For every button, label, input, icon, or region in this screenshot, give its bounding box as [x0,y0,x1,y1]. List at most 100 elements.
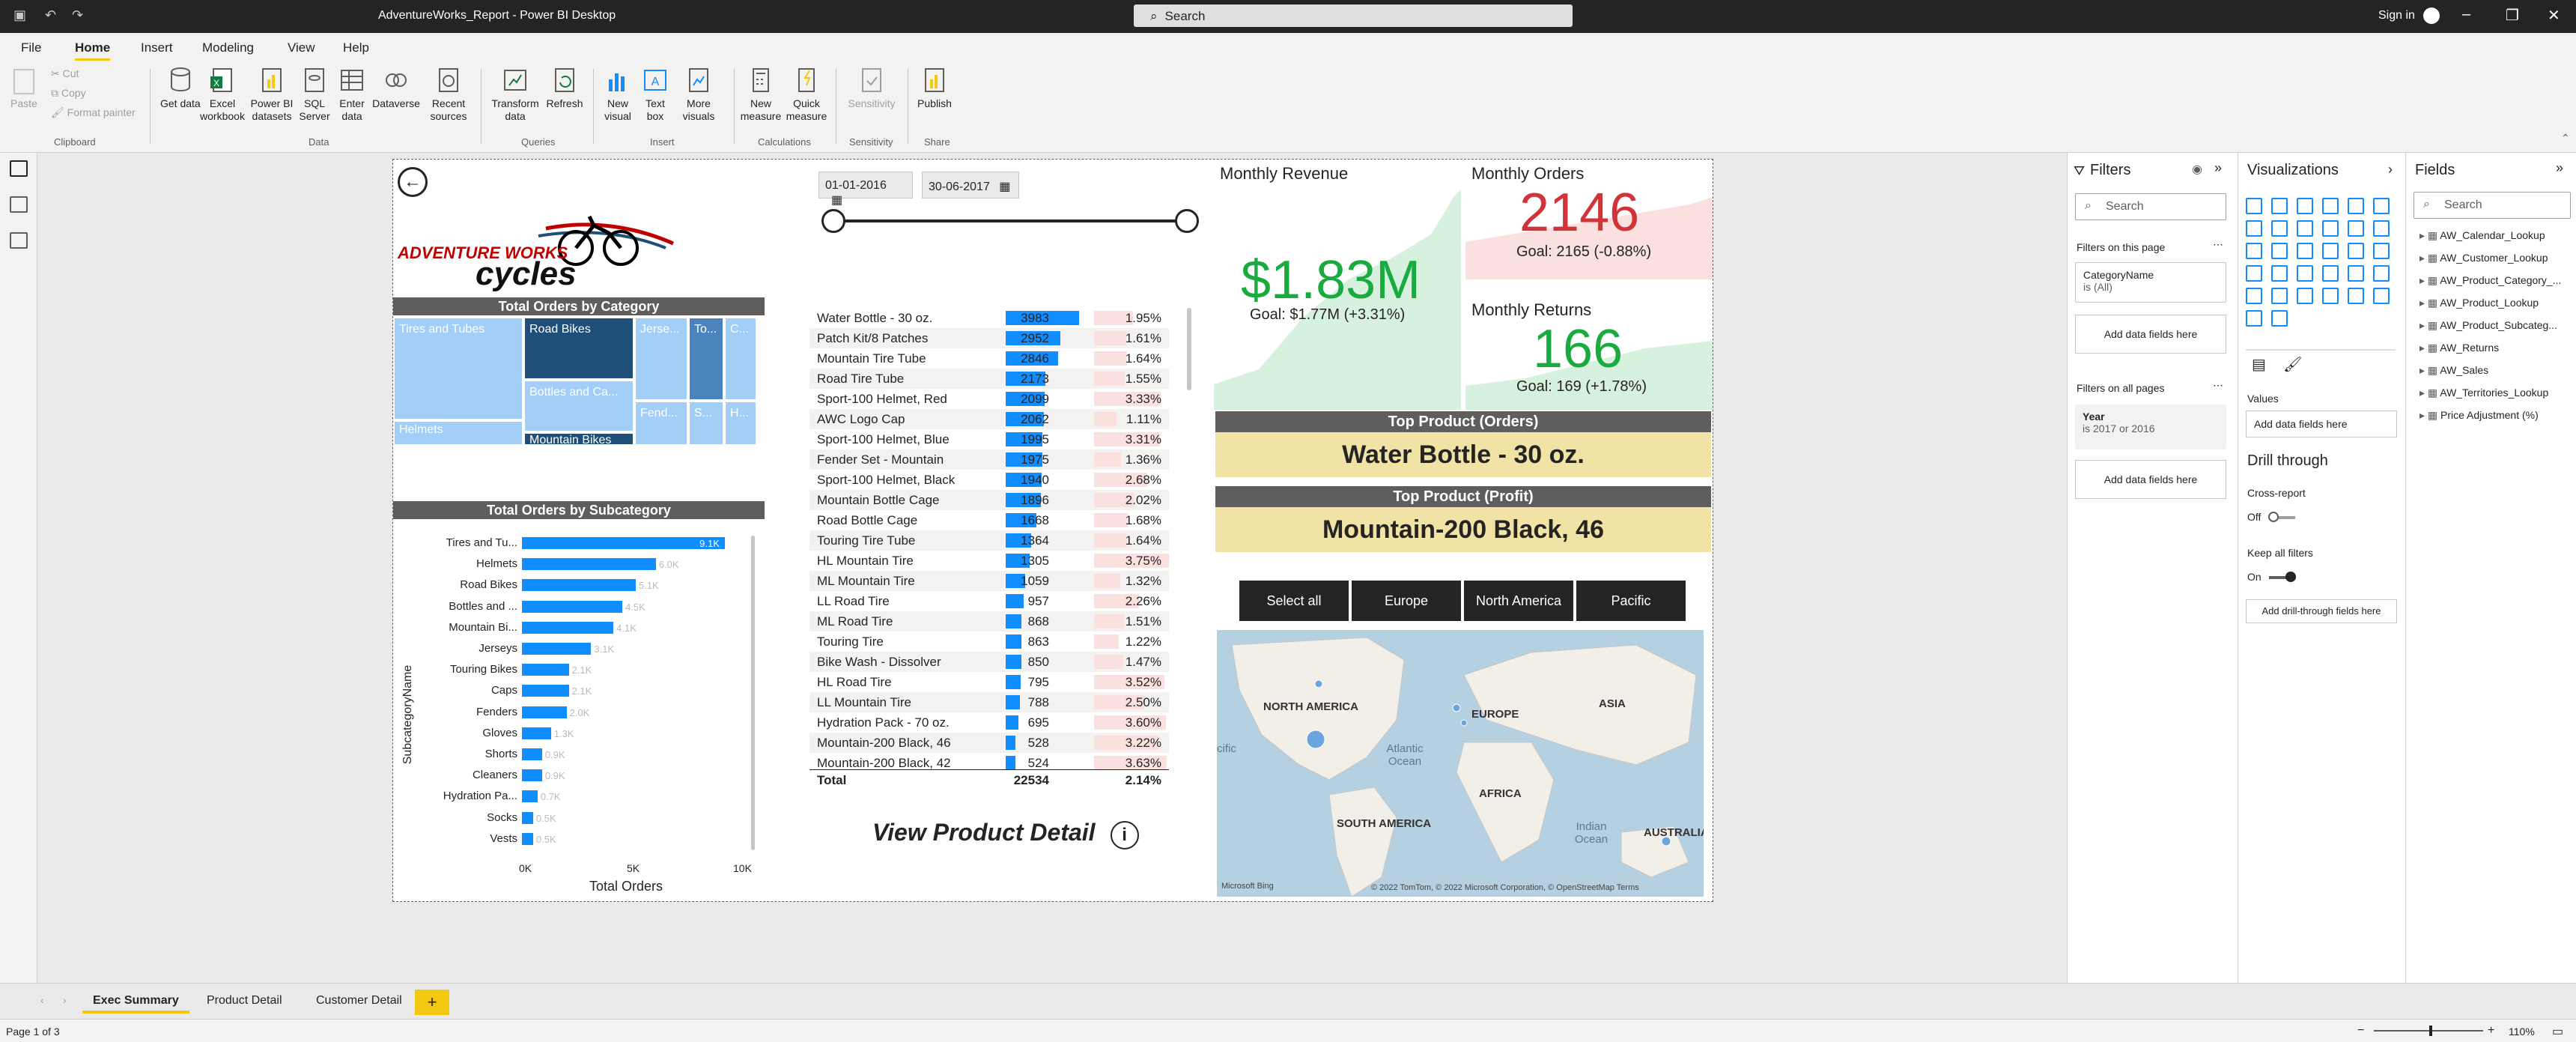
more-options-icon[interactable]: ⋯ [2213,238,2223,251]
visual-type-icon[interactable] [2348,265,2364,282]
fields-search-input[interactable]: ⌕ Search [2414,192,2571,219]
model-view-icon[interactable] [10,232,28,249]
treemap-chart[interactable]: Tires and Tubes Road Bikes Jerse... To..… [393,317,765,446]
bar[interactable] [522,685,569,697]
bar[interactable] [522,748,542,760]
refresh-button[interactable]: Refresh [542,66,587,110]
visual-type-icon[interactable] [2246,265,2262,282]
bar[interactable] [522,706,567,718]
minimize-icon[interactable]: – [2462,6,2470,23]
close-icon[interactable]: ✕ [2548,6,2560,25]
subcategory-bar-chart[interactable]: SubcategoryName Tires and Tu... 9.1K Helme… [393,521,765,901]
table-row[interactable]: Mountain Bottle Cage 1896 2.02% [809,490,1169,510]
menu-help[interactable]: Help [343,40,369,55]
avatar[interactable] [2423,7,2440,24]
filters-add-all-field[interactable]: Add data fields here [2075,460,2226,499]
field-table-item[interactable]: AW_Calendar_Lookup [2419,229,2545,242]
visual-type-icon[interactable] [2297,220,2313,237]
pbi-datasets-button[interactable]: Power BI datasets [249,66,295,123]
visual-type-icon[interactable] [2271,220,2288,237]
zoom-out-icon[interactable]: − [2357,1024,2364,1038]
monthly-returns-kpi[interactable]: Monthly Returns 166 Goal: 169 (+1.78%) [1465,296,1713,410]
region-select-all[interactable]: Select all [1239,581,1349,621]
visual-type-icon[interactable] [2373,220,2390,237]
redo-icon[interactable]: ↷ [72,7,83,23]
text-box-button[interactable]: A Text box [638,66,672,123]
copy-button[interactable]: ⧉ Copy [51,87,86,100]
table-row[interactable]: Sport-100 Helmet, Black 1940 2.68% [809,470,1169,490]
region-pacific[interactable]: Pacific [1576,581,1686,621]
menu-home[interactable]: Home [75,40,111,61]
publish-button[interactable]: Publish [914,66,956,110]
undo-icon[interactable]: ↶ [45,7,56,23]
bar[interactable] [522,832,533,845]
menu-file[interactable]: File [21,40,41,55]
visual-type-icon[interactable] [2322,198,2339,214]
visual-type-icon[interactable] [2271,288,2288,304]
tab-customer-detail[interactable]: Customer Detail [306,991,413,1011]
table-row[interactable]: Mountain Tire Tube 2846 1.64% [809,348,1169,369]
table-row[interactable]: Sport-100 Helmet, Blue 1995 3.31% [809,429,1169,449]
table-row[interactable]: Touring Tire Tube 1364 1.64% [809,530,1169,551]
treemap-tile[interactable]: C... [724,317,757,401]
field-table-item[interactable]: AW_Customer_Lookup [2419,252,2548,264]
collapse-pane-icon[interactable]: » [2556,160,2563,176]
new-visual-button[interactable]: New visual [599,66,637,123]
visual-type-icon[interactable] [2348,288,2364,304]
treemap-tile[interactable]: H... [724,401,757,446]
treemap-tile[interactable]: Jerse... [634,317,688,401]
menu-modeling[interactable]: Modeling [202,40,254,55]
fit-page-icon[interactable]: ▭ [2552,1024,2563,1039]
collapse-pane-icon[interactable]: » [2214,160,2222,176]
maximize-icon[interactable]: ❐ [2506,6,2519,25]
bar[interactable] [522,621,614,634]
keep-filters-toggle[interactable]: On [2247,571,2296,583]
field-table-item[interactable]: AW_Sales [2419,364,2488,377]
bar[interactable] [522,664,569,676]
table-row[interactable]: Fender Set - Mountain 1975 1.36% [809,449,1169,470]
visual-type-icon[interactable] [2271,265,2288,282]
menu-insert[interactable]: Insert [141,40,173,55]
cross-report-toggle[interactable]: Off [2247,511,2296,523]
zoom-thumb[interactable] [2429,1026,2432,1036]
filters-search-input[interactable]: ⌕ Search [2075,193,2226,220]
visual-type-icon[interactable] [2297,288,2313,304]
table-row[interactable]: Mountain-200 Black, 46 528 3.22% [809,733,1169,753]
treemap-tile[interactable]: Fend... [634,401,688,446]
monthly-orders-kpi[interactable]: Monthly Orders 2146 Goal: 2165 (-0.88%) [1465,160,1713,279]
visual-type-icon[interactable] [2246,310,2262,327]
bar[interactable] [522,579,636,592]
visual-type-icon[interactable] [2246,288,2262,304]
visual-type-icon[interactable] [2246,220,2262,237]
more-visuals-button[interactable]: More visuals [674,66,723,123]
table-row[interactable]: LL Mountain Tire 788 2.50% [809,692,1169,712]
table-row[interactable]: Patch Kit/8 Patches 2952 1.61% [809,328,1169,348]
field-table-item[interactable]: Price Adjustment (%) [2419,409,2539,422]
region-slicer[interactable]: Select all Europe North America Pacific [1239,581,1689,621]
sensitivity-button[interactable]: Sensitivity [842,66,902,110]
bar[interactable] [522,790,538,803]
bar[interactable] [522,558,656,571]
table-row[interactable]: HL Mountain Tire 1305 3.75% [809,551,1169,571]
treemap-tile[interactable]: Bottles and Ca... [523,380,634,432]
visual-type-icon[interactable] [2322,265,2339,282]
filters-add-page-field[interactable]: Add data fields here [2075,315,2226,354]
cut-button[interactable]: ✂ Cut [51,67,79,80]
visual-type-icon[interactable] [2297,198,2313,214]
values-drop-zone[interactable]: Add data fields here [2246,411,2397,437]
field-table-item[interactable]: AW_Product_Lookup [2419,297,2539,309]
back-button[interactable]: ← [398,167,428,197]
product-table[interactable]: Water Bottle - 30 oz. 3983 1.95% Patch Kit/… [809,308,1202,787]
add-page-button[interactable]: + [415,990,449,1015]
format-painter-button[interactable]: 🖌 Format painter [51,106,136,119]
year-filter-card[interactable]: Year is 2017 or 2016 [2075,405,2226,449]
visual-type-icon[interactable] [2297,243,2313,259]
table-row[interactable]: AWC Logo Cap 2062 1.11% [809,409,1169,429]
visual-type-icon[interactable] [2373,288,2390,304]
eye-icon[interactable]: ◉ [2192,162,2202,177]
fields-well-icon[interactable]: ▤ [2252,355,2266,374]
field-table-item[interactable]: AW_Product_Category_... [2419,274,2561,287]
table-row[interactable]: Water Bottle - 30 oz. 3983 1.95% [809,308,1169,328]
collapse-ribbon-icon[interactable]: ⌃ [2561,132,2570,145]
treemap-tile[interactable]: Mountain Bikes [523,432,634,446]
